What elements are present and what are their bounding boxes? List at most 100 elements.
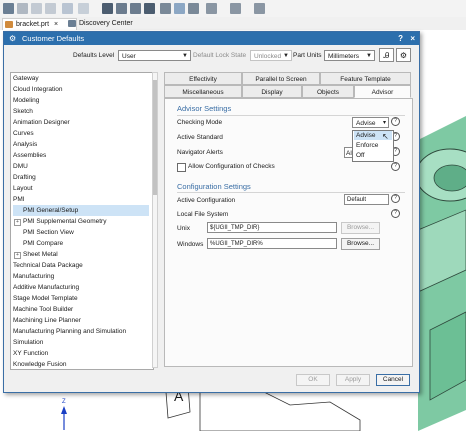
snap-icon[interactable] — [31, 3, 42, 14]
windows-path-field[interactable]: %UGII_TMP_DIR% — [207, 238, 337, 249]
tree-item-sheet-metal[interactable]: + Sheet Metal — [13, 249, 58, 260]
dropdown-option-off[interactable]: Off — [354, 151, 392, 160]
tree-item-dmu[interactable]: DMU — [13, 161, 28, 172]
dialog-title-bar[interactable]: ⚙ Customer Defaults ? × — [4, 32, 419, 45]
tree-item-machine-tool-builder[interactable]: Machine Tool Builder — [13, 304, 73, 315]
selection-icon[interactable] — [102, 3, 113, 14]
tree-item-pmi-general-setup[interactable]: PMI General/Setup — [13, 205, 149, 216]
expand-icon[interactable]: + — [14, 219, 21, 226]
tree-item-xy-function[interactable]: XY Function — [13, 348, 48, 359]
tree-item-label: PMI General/Setup — [23, 207, 79, 214]
navigator-alerts-label: Navigator Alerts — [177, 149, 223, 156]
tree-item-gateway[interactable]: Gateway — [13, 73, 39, 84]
tree-item-manufacturing[interactable]: Manufacturing — [13, 271, 54, 282]
tree-item-curves[interactable]: Curves — [13, 128, 34, 139]
tab-parallel-to-screen[interactable]: Parallel to Screen — [242, 72, 320, 85]
tab-effectivity[interactable]: Effectivity — [164, 72, 242, 85]
windows-browse-button[interactable]: Browse... — [341, 238, 380, 250]
wcs-icon[interactable] — [206, 3, 217, 14]
help-icon[interactable]: ? — [391, 117, 400, 126]
help-icon[interactable]: ? — [398, 32, 403, 45]
tab-feature-template[interactable]: Feature Template — [320, 72, 411, 85]
expand-icon[interactable]: + — [14, 252, 21, 259]
unix-path-field[interactable]: ${UGII_TMP_DIR} — [207, 222, 337, 233]
unix-label: Unix — [177, 225, 191, 232]
chevron-down-icon: ▾ — [382, 120, 386, 126]
checking-mode-label: Checking Mode — [177, 119, 223, 126]
local-fs-label: Local File System — [177, 211, 229, 218]
tab-advisor[interactable]: Advisor — [354, 85, 411, 98]
chevron-down-icon: ▼ — [182, 53, 188, 59]
orient-icon[interactable] — [144, 3, 155, 14]
tab-display[interactable]: Display — [242, 85, 302, 98]
active-standard-label: Active Standard — [177, 134, 223, 141]
part-units-select[interactable]: Millimeters ▼ — [324, 50, 375, 61]
display-icon[interactable] — [116, 3, 127, 14]
allow-config-checkbox[interactable] — [177, 163, 186, 172]
filter-icon[interactable] — [188, 3, 199, 14]
z-axis-arrow — [61, 406, 67, 414]
cancel-button[interactable]: Cancel — [376, 374, 410, 386]
section-divider — [177, 115, 405, 116]
tree-item-animation-designer[interactable]: Animation Designer — [13, 117, 70, 128]
tree-item-knowledge-fusion[interactable]: Knowledge Fusion — [13, 359, 66, 369]
tree-item-additive-manufacturing[interactable]: Additive Manufacturing — [13, 282, 79, 293]
layer-icon[interactable] — [78, 3, 89, 14]
settings-icon[interactable] — [230, 3, 241, 14]
help-icon[interactable]: ? — [391, 162, 400, 171]
tree-item-analysis[interactable]: Analysis — [13, 139, 37, 150]
tree-item-layout[interactable]: Layout — [13, 183, 33, 194]
tab-miscellaneous[interactable]: Miscellaneous — [164, 85, 242, 98]
tree-item-pmi-supplemental-geometry[interactable]: + PMI Supplemental Geometry — [13, 216, 106, 227]
redo-icon[interactable] — [17, 3, 28, 14]
undo-icon[interactable] — [3, 3, 14, 14]
active-config-field[interactable]: Default — [344, 194, 389, 205]
tree-item-stage-model-template[interactable]: Stage Model Template — [13, 293, 78, 304]
close-tab-icon[interactable]: × — [54, 21, 58, 28]
layer-settings-icon[interactable] — [254, 3, 265, 14]
tree-item-technical-data-package[interactable]: Technical Data Package — [13, 260, 83, 271]
tree-item-pmi-section-view[interactable]: PMI Section View — [13, 227, 74, 238]
tree-item-assemblies[interactable]: Assemblies — [13, 150, 46, 161]
active-config-label: Active Configuration — [177, 197, 236, 204]
dropdown-option-enforce[interactable]: Enforce — [354, 141, 392, 150]
find-icon[interactable]: Ꭿ — [379, 48, 394, 62]
tree-item-label: PMI Supplemental Geometry — [23, 218, 107, 225]
tree-item-modeling[interactable]: Modeling — [13, 95, 39, 106]
lock-state-value: Unlocked — [254, 53, 282, 60]
tree-scrollbar-thumb[interactable] — [153, 80, 157, 195]
view-icon[interactable] — [45, 3, 56, 14]
tab-discovery-center[interactable]: Discovery Center — [66, 18, 149, 29]
tree-item-manufacturing-planning[interactable]: Manufacturing Planning and Simulation — [13, 326, 126, 337]
close-icon[interactable]: × — [410, 32, 415, 45]
document-tab-strip: bracket.prt × Discovery Center — [0, 17, 466, 31]
help-icon[interactable]: ? — [391, 194, 400, 203]
tree-item-pmi[interactable]: PMI — [13, 194, 25, 205]
ok-button[interactable]: OK — [296, 374, 330, 386]
lock-state-select[interactable]: Unlocked ▼ — [250, 50, 292, 61]
tree-item-simulation[interactable]: Simulation — [13, 337, 43, 348]
defaults-level-select[interactable]: User ▼ — [118, 50, 191, 61]
tree-item-sketch[interactable]: Sketch — [13, 106, 33, 117]
fit-icon[interactable] — [174, 3, 185, 14]
analysis-icon[interactable] — [130, 3, 141, 14]
unix-browse-button[interactable]: Browse... — [341, 222, 380, 234]
tree-item-pmi-compare[interactable]: PMI Compare — [13, 238, 63, 249]
help-icon[interactable]: ? — [391, 209, 400, 218]
apply-button[interactable]: Apply — [336, 374, 370, 386]
drawing-view-outline — [199, 389, 361, 432]
render-icon[interactable] — [62, 3, 73, 14]
shading-icon[interactable] — [160, 3, 171, 14]
tab-label: bracket.prt — [16, 21, 50, 28]
tree-item-cloud-integration[interactable]: Cloud Integration — [13, 84, 63, 95]
settings-gear-icon[interactable]: ⚙ — [396, 48, 411, 62]
chevron-down-icon: ▼ — [366, 53, 372, 59]
app-toolbar — [0, 0, 466, 17]
chevron-down-icon: ▼ — [283, 53, 289, 59]
tab-objects[interactable]: Objects — [302, 85, 354, 98]
category-tree[interactable]: Gateway Cloud Integration Modeling Sketc… — [10, 72, 154, 370]
checking-mode-select[interactable]: Advise ▾ — [352, 117, 389, 128]
tree-item-machining-line-planner[interactable]: Machining Line Planner — [13, 315, 81, 326]
tree-item-drafting[interactable]: Drafting — [13, 172, 36, 183]
part-units-label: Part Units — [293, 52, 322, 59]
